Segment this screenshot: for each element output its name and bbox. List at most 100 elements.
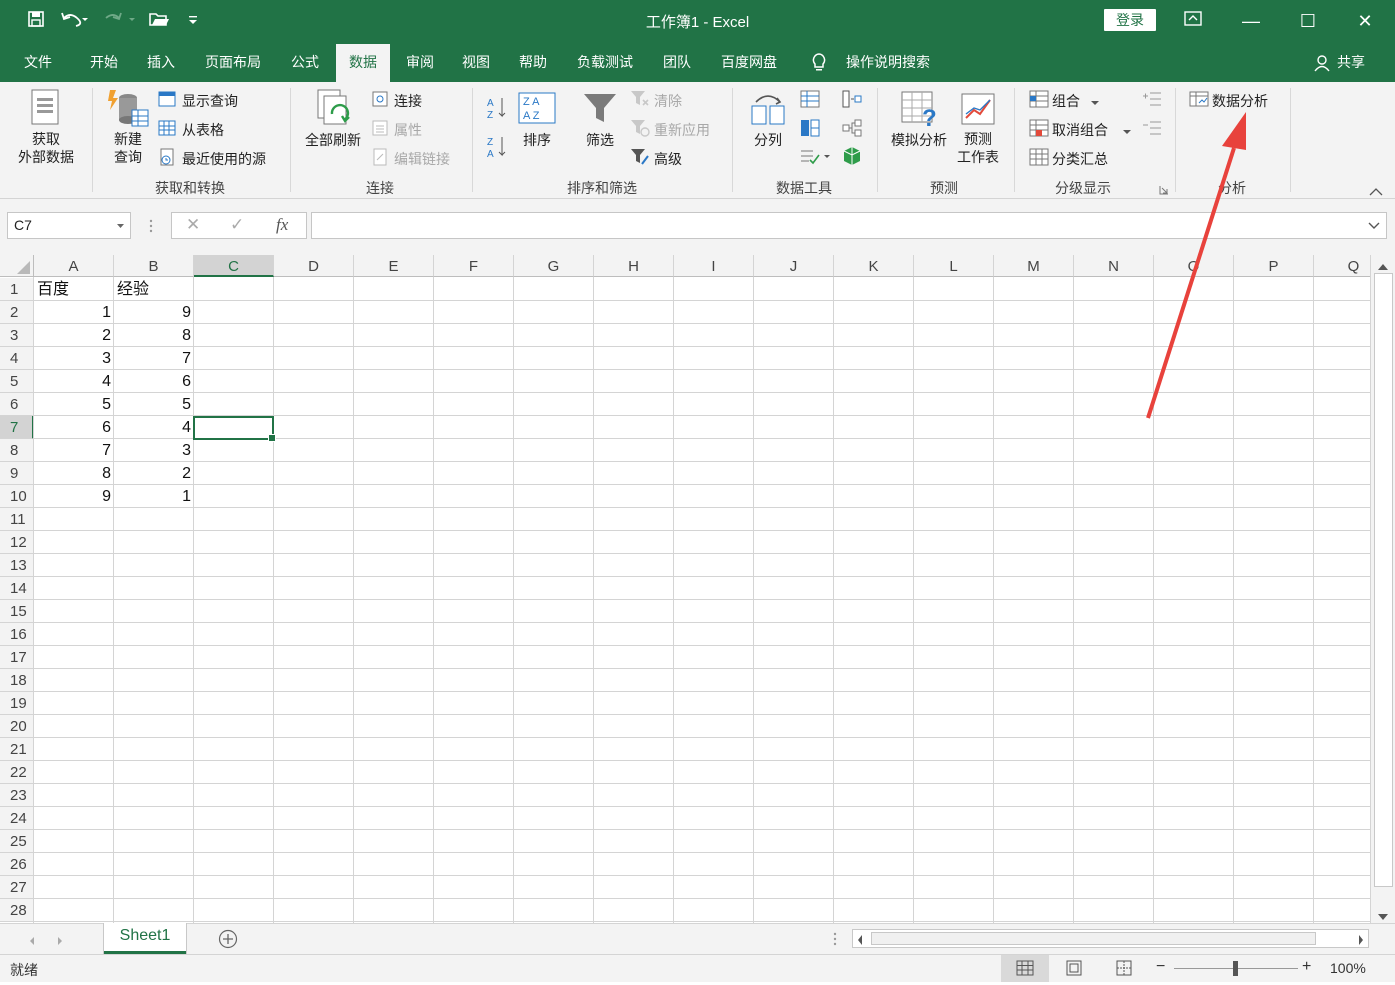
cell-a2[interactable]: 1 <box>34 301 114 324</box>
cell-a6[interactable]: 5 <box>34 393 114 416</box>
show-detail-icon[interactable] <box>1142 90 1162 111</box>
text-to-columns-button[interactable]: 分列 <box>746 131 790 149</box>
customize-qat-icon[interactable] <box>188 10 198 33</box>
sort-ascending-icon[interactable]: AZ <box>486 96 508 123</box>
confirm-entry-icon[interactable]: ✓ <box>230 215 244 235</box>
tab-insert[interactable]: 插入 <box>137 42 185 82</box>
cell-a3[interactable]: 2 <box>34 324 114 347</box>
new-query-button[interactable]: 新建 查询 <box>104 130 152 166</box>
cell-a7[interactable]: 6 <box>34 416 114 439</box>
cell-b6[interactable]: 5 <box>114 393 194 416</box>
cell-b5[interactable]: 6 <box>114 370 194 393</box>
connections-button[interactable]: 连接 <box>394 91 422 111</box>
ungroup-button[interactable]: 取消组合 <box>1052 120 1108 140</box>
tell-me-search[interactable]: 操作说明搜索 <box>840 42 936 82</box>
insert-function-icon[interactable]: fx <box>276 215 288 235</box>
zoom-slider-thumb[interactable] <box>1233 961 1238 976</box>
vertical-scrollbar[interactable] <box>1370 255 1395 923</box>
cell-b9[interactable]: 2 <box>114 462 194 485</box>
cell-b2[interactable]: 9 <box>114 301 194 324</box>
tab-load-test[interactable]: 负载测试 <box>568 42 642 82</box>
tab-data[interactable]: 数据 <box>336 44 390 82</box>
recent-sources-button[interactable]: 最近使用的源 <box>182 149 266 169</box>
collapse-ribbon-icon[interactable] <box>1369 184 1383 200</box>
name-box[interactable]: C7 <box>7 212 131 239</box>
cell-a10[interactable]: 9 <box>34 485 114 508</box>
ungroup-dropdown-icon[interactable] <box>1122 123 1132 139</box>
zoom-level[interactable]: 100% <box>1330 960 1366 976</box>
share-button[interactable]: 共享 <box>1334 42 1368 82</box>
page-break-preview-button[interactable] <box>1112 955 1136 982</box>
subtotal-button[interactable]: 分类汇总 <box>1052 149 1108 169</box>
cell-a8[interactable]: 7 <box>34 439 114 462</box>
next-sheet-icon[interactable] <box>56 933 64 949</box>
open-folder-icon[interactable] <box>148 10 170 33</box>
horizontal-scroll-thumb[interactable] <box>871 932 1316 945</box>
cell-b1[interactable]: 经验 <box>114 278 194 301</box>
relationships-icon[interactable] <box>842 119 862 140</box>
cell-a1[interactable]: 百度 <box>34 278 114 301</box>
zoom-out-button[interactable]: − <box>1156 958 1165 976</box>
maximize-button[interactable]: ☐ <box>1293 8 1323 34</box>
scroll-right-icon[interactable] <box>1357 933 1365 949</box>
sheet-tab-sheet1[interactable]: Sheet1 <box>104 923 186 954</box>
login-button[interactable]: 登录 <box>1104 9 1156 31</box>
add-sheet-icon[interactable] <box>218 929 238 952</box>
page-layout-view-button[interactable] <box>1062 955 1086 982</box>
cell-b3[interactable]: 8 <box>114 324 194 347</box>
fill-handle[interactable] <box>268 434 276 442</box>
data-validation-icon[interactable] <box>800 148 830 169</box>
tab-team[interactable]: 团队 <box>653 42 701 82</box>
close-button[interactable]: ✕ <box>1350 8 1380 34</box>
normal-view-button[interactable] <box>1001 955 1049 982</box>
filter-button[interactable]: 筛选 <box>578 131 622 149</box>
formula-input[interactable] <box>311 212 1387 239</box>
save-icon[interactable] <box>27 10 45 33</box>
vertical-scroll-thumb[interactable] <box>1374 273 1393 887</box>
tab-split-handle-icon[interactable] <box>832 931 838 950</box>
what-if-analysis-button[interactable]: 模拟分析 <box>886 131 952 149</box>
tab-formulas[interactable]: 公式 <box>281 42 329 82</box>
zoom-in-button[interactable]: + <box>1302 958 1311 976</box>
group-button[interactable]: 组合 <box>1052 91 1080 111</box>
sort-button[interactable]: 排序 <box>516 131 558 149</box>
undo-icon[interactable] <box>60 10 88 33</box>
sort-descending-icon[interactable]: ZA <box>486 135 508 162</box>
consolidate-icon[interactable] <box>842 90 862 111</box>
worksheet-grid[interactable]: ABCDEFGHIJKLMNOPQ 1 2 3 4 5 6 7 8 9 10 11 12 13 14 15 1… <box>0 255 1370 923</box>
cancel-entry-icon[interactable]: ✕ <box>186 215 200 235</box>
resize-handle-icon[interactable] <box>148 218 154 237</box>
name-box-dropdown-icon[interactable] <box>116 213 125 246</box>
tab-baidu-netdisk[interactable]: 百度网盘 <box>712 42 786 82</box>
manage-data-model-icon[interactable] <box>842 146 862 169</box>
hide-detail-icon[interactable] <box>1142 119 1162 140</box>
cell-b7[interactable]: 4 <box>114 416 194 439</box>
tab-review[interactable]: 审阅 <box>396 42 444 82</box>
refresh-all-button[interactable]: 全部刷新 <box>300 131 366 149</box>
expand-formula-bar-icon[interactable] <box>1368 213 1380 241</box>
ribbon-display-options-icon[interactable] <box>1178 8 1208 34</box>
tab-home[interactable]: 开始 <box>80 42 128 82</box>
outline-dialog-launcher-icon[interactable] <box>1159 182 1169 198</box>
advanced-filter-button[interactable]: 高级 <box>654 149 682 169</box>
scroll-left-icon[interactable] <box>856 933 864 949</box>
tab-view[interactable]: 视图 <box>452 42 500 82</box>
tab-page-layout[interactable]: 页面布局 <box>196 42 270 82</box>
data-analysis-button[interactable]: 数据分析 <box>1212 91 1268 111</box>
remove-duplicates-icon[interactable] <box>800 119 820 140</box>
tab-file[interactable]: 文件 <box>14 42 62 82</box>
minimize-button[interactable]: — <box>1236 8 1266 34</box>
cell-b10[interactable]: 1 <box>114 485 194 508</box>
cell-a4[interactable]: 3 <box>34 347 114 370</box>
show-queries-button[interactable]: 显示查询 <box>182 91 238 111</box>
cell-b8[interactable]: 3 <box>114 439 194 462</box>
group-dropdown-icon[interactable] <box>1090 94 1100 110</box>
cell-b4[interactable]: 7 <box>114 347 194 370</box>
get-external-data-button[interactable]: 获取 外部数据 <box>8 130 84 166</box>
horizontal-scrollbar[interactable] <box>852 929 1369 948</box>
from-table-button[interactable]: 从表格 <box>182 120 224 140</box>
cell-a9[interactable]: 8 <box>34 462 114 485</box>
cell-a5[interactable]: 4 <box>34 370 114 393</box>
tab-help[interactable]: 帮助 <box>509 42 557 82</box>
flash-fill-icon[interactable] <box>800 90 820 111</box>
